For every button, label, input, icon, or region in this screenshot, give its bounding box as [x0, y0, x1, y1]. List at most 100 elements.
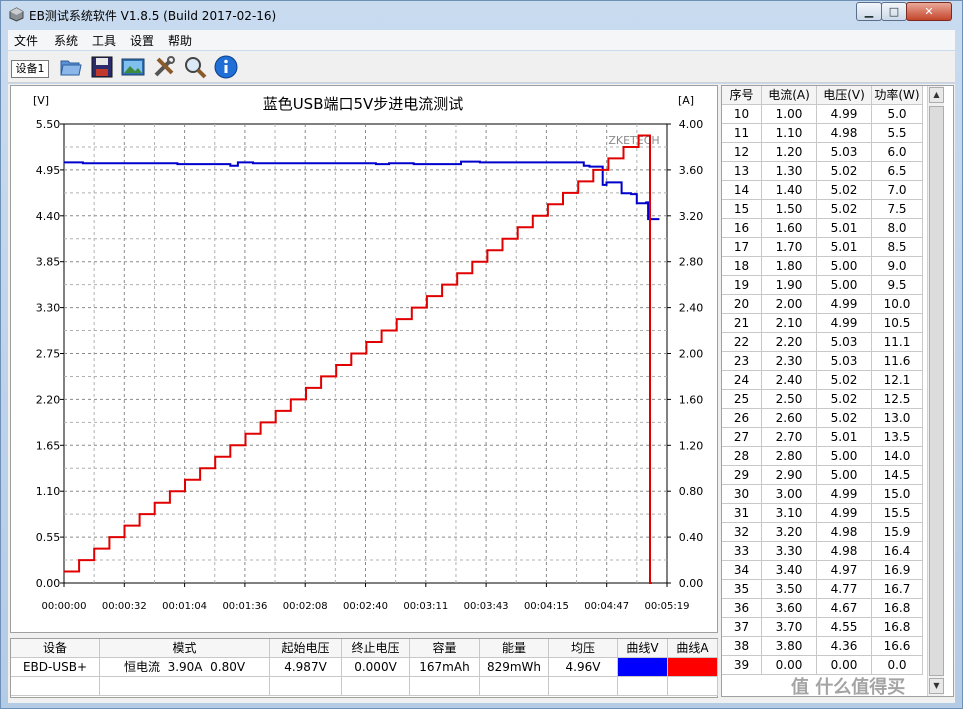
table-row[interactable]: 19 1.90 5.00 9.5: [722, 276, 939, 295]
x-tick-label: 00:02:40: [343, 601, 388, 612]
cell-current: 3.80: [762, 637, 817, 656]
table-row[interactable]: 25 2.50 5.02 12.5: [722, 390, 939, 409]
scroll-up-icon[interactable]: ▲: [929, 87, 944, 103]
cell-voltage: 5.01: [817, 238, 872, 257]
folder-open-icon[interactable]: [59, 55, 83, 79]
device-tab[interactable]: 设备1: [11, 60, 49, 78]
cell-index: 21: [722, 314, 762, 333]
table-row[interactable]: 23 2.30 5.03 11.6: [722, 352, 939, 371]
table-row[interactable]: 21 2.10 4.99 10.5: [722, 314, 939, 333]
cell-voltage: 5.02: [817, 390, 872, 409]
table-row[interactable]: 13 1.30 5.02 6.5: [722, 162, 939, 181]
cell-voltage: 4.99: [817, 504, 872, 523]
y-left-tick-label: 1.65: [36, 439, 61, 452]
cell-voltage: 5.03: [817, 352, 872, 371]
table-row[interactable]: 34 3.40 4.97 16.9: [722, 561, 939, 580]
cell-index: 14: [722, 181, 762, 200]
cell-current: 3.40: [762, 561, 817, 580]
table-row[interactable]: 31 3.10 4.99 15.5: [722, 504, 939, 523]
table-row[interactable]: 38 3.80 4.36 16.6: [722, 637, 939, 656]
col-header-index[interactable]: 序号: [722, 86, 762, 105]
title-bar[interactable]: EB测试系统软件 V1.8.5 (Build 2017-02-16) ▁ □ ✕: [1, 1, 962, 29]
table-row[interactable]: 15 1.50 5.02 7.5: [722, 200, 939, 219]
cell-power: 9.0: [872, 257, 923, 276]
cell-index: 16: [722, 219, 762, 238]
table-row[interactable]: 12 1.20 5.03 6.0: [722, 143, 939, 162]
table-row[interactable]: 33 3.30 4.98 16.4: [722, 542, 939, 561]
minimize-button[interactable]: ▁: [856, 2, 882, 21]
summary-empty-cell: [270, 677, 342, 696]
save-icon[interactable]: [90, 55, 114, 79]
menu-system[interactable]: 系统: [54, 32, 78, 49]
curve-a-color-swatch[interactable]: [668, 658, 718, 677]
window-title: EB测试系统软件 V1.8.5 (Build 2017-02-16): [29, 9, 277, 23]
table-row[interactable]: 29 2.90 5.00 14.5: [722, 466, 939, 485]
cell-index: 31: [722, 504, 762, 523]
cell-index: 25: [722, 390, 762, 409]
table-row[interactable]: 32 3.20 4.98 15.9: [722, 523, 939, 542]
table-row[interactable]: 10 1.00 4.99 5.0: [722, 105, 939, 124]
y-left-tick-label: 2.20: [36, 393, 61, 406]
table-row[interactable]: 14 1.40 5.02 7.0: [722, 181, 939, 200]
table-row[interactable]: 30 3.00 4.99 15.0: [722, 485, 939, 504]
table-row[interactable]: 36 3.60 4.67 16.8: [722, 599, 939, 618]
menu-help[interactable]: 帮助: [168, 32, 192, 49]
x-tick-label: 00:00:00: [42, 601, 87, 612]
magnifier-icon[interactable]: [183, 55, 207, 79]
chart-title: 蓝色USB端口5V步进电流测试: [263, 95, 464, 113]
table-row[interactable]: 37 3.70 4.55 16.8: [722, 618, 939, 637]
cell-voltage: 4.98: [817, 542, 872, 561]
cell-index: 20: [722, 295, 762, 314]
y-right-tick-label: 0.40: [679, 531, 704, 544]
cell-current: 3.60: [762, 599, 817, 618]
col-header-voltage[interactable]: 电压(V): [817, 86, 872, 105]
table-row[interactable]: 11 1.10 4.98 5.5: [722, 124, 939, 143]
info-icon[interactable]: [214, 55, 238, 79]
cell-voltage: 5.01: [817, 428, 872, 447]
table-row[interactable]: 27 2.70 5.01 13.5: [722, 428, 939, 447]
cell-power: 15.0: [872, 485, 923, 504]
scroll-thumb[interactable]: [929, 106, 944, 676]
table-row[interactable]: 20 2.00 4.99 10.0: [722, 295, 939, 314]
table-row[interactable]: 26 2.60 5.02 13.0: [722, 409, 939, 428]
table-row[interactable]: 24 2.40 5.02 12.1: [722, 371, 939, 390]
vertical-scrollbar[interactable]: ▲ ▼: [927, 86, 944, 696]
table-row[interactable]: 18 1.80 5.00 9.0: [722, 257, 939, 276]
table-row[interactable]: 22 2.20 5.03 11.1: [722, 333, 939, 352]
table-row[interactable]: 17 1.70 5.01 8.5: [722, 238, 939, 257]
summary-avg-voltage: 4.96V: [549, 658, 618, 677]
picture-icon[interactable]: [121, 55, 145, 79]
table-row[interactable]: 16 1.60 5.01 8.0: [722, 219, 939, 238]
cell-index: 22: [722, 333, 762, 352]
cell-power: 8.0: [872, 219, 923, 238]
y-right-tick-label: 0.00: [679, 577, 704, 590]
cell-index: 17: [722, 238, 762, 257]
x-tick-label: 00:05:19: [645, 601, 690, 612]
cell-current: 2.50: [762, 390, 817, 409]
summary-empty-cell: [410, 677, 480, 696]
close-button[interactable]: ✕: [906, 2, 952, 21]
cell-index: 37: [722, 618, 762, 637]
menu-tools[interactable]: 工具: [92, 32, 116, 49]
table-row[interactable]: 35 3.50 4.77 16.7: [722, 580, 939, 599]
y-right-tick-label: 4.00: [679, 118, 704, 131]
curve-v-color-swatch[interactable]: [618, 658, 668, 677]
menu-file[interactable]: 文件: [14, 32, 38, 49]
cell-current: 1.80: [762, 257, 817, 276]
scroll-down-icon[interactable]: ▼: [929, 678, 944, 694]
cell-index: 23: [722, 352, 762, 371]
table-row[interactable]: 28 2.80 5.00 14.0: [722, 447, 939, 466]
maximize-button[interactable]: □: [881, 2, 907, 21]
menu-settings[interactable]: 设置: [130, 32, 154, 49]
cell-current: 1.70: [762, 238, 817, 257]
cell-current: 2.10: [762, 314, 817, 333]
col-header-current[interactable]: 电流(A): [762, 86, 817, 105]
summary-device: EBD-USB+: [11, 658, 100, 677]
col-header-power[interactable]: 功率(W): [872, 86, 923, 105]
cell-current: 1.20: [762, 143, 817, 162]
tools-icon[interactable]: [152, 55, 176, 79]
cell-current: 3.70: [762, 618, 817, 637]
cell-power: 5.0: [872, 105, 923, 124]
cell-index: 24: [722, 371, 762, 390]
data-table: 序号 电流(A) 电压(V) 功率(W) 10 1.00 4.99 5.0 11 1.10…: [721, 85, 954, 697]
